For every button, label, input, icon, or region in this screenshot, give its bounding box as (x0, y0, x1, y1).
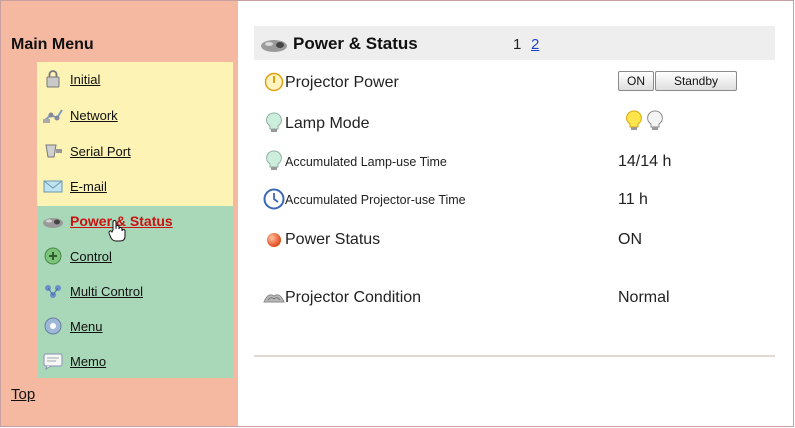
projector-icon (260, 36, 287, 58)
projector-condition-value: Normal (618, 289, 670, 306)
lamp-off-icon[interactable] (645, 110, 667, 132)
page-title: Power & Status (293, 34, 418, 53)
lamp-icon (264, 112, 286, 134)
page-link-2[interactable]: 2 (531, 36, 539, 53)
projector-power-label: Projector Power (285, 74, 399, 91)
sidebar-item-email[interactable]: E-mail (42, 175, 107, 197)
sidebar-item-multi-control[interactable]: Multi Control (42, 280, 143, 302)
projector-icon (42, 212, 64, 230)
sidebar-item-serial-port[interactable]: Serial Port (42, 140, 131, 162)
lamp-use-time-label: Accumulated Lamp-use Time (285, 155, 447, 169)
memo-icon (42, 352, 64, 371)
main-menu-title: Main Menu (11, 36, 94, 53)
standby-button[interactable]: Standby (655, 71, 737, 91)
sidebar-item-memo[interactable]: Memo (42, 350, 106, 372)
sidebar-item-initial[interactable]: Initial (42, 68, 100, 90)
lamp-use-time-value: 14/14 h (618, 153, 672, 170)
sidebar-item-label: Initial (70, 71, 101, 87)
top-link[interactable]: Top (11, 386, 35, 403)
sidebar-item-label: Network (70, 107, 118, 123)
sidebar-item-control[interactable]: Control (42, 245, 112, 267)
lock-icon (42, 70, 64, 88)
clock-icon (263, 188, 285, 210)
divider (254, 355, 775, 357)
sidebar-item-network[interactable]: Network (42, 104, 118, 126)
sidebar-item-label: Menu (70, 318, 103, 334)
control-icon (42, 247, 64, 265)
sidebar-item-label: Serial Port (70, 143, 131, 159)
sidebar-item-menu[interactable]: Menu (42, 315, 103, 337)
sidebar-item-label: Multi Control (70, 283, 143, 299)
lamp-on-icon[interactable] (624, 110, 646, 132)
lamp-icon (264, 150, 286, 172)
multi-control-icon (42, 282, 64, 300)
hand-cursor-icon (108, 219, 126, 248)
projector-condition-label: Projector Condition (285, 289, 422, 306)
on-button[interactable]: ON (618, 71, 654, 91)
menu-icon (42, 317, 64, 335)
sidebar-item-label: Memo (70, 353, 107, 369)
page-number-current: 1 (513, 36, 522, 53)
power-status-value: ON (618, 231, 642, 248)
projector-use-time-value: 11 h (618, 191, 648, 208)
serial-port-icon (42, 142, 64, 160)
power-status-label: Power Status (285, 231, 381, 248)
power-icon (264, 72, 286, 94)
sidebar-item-label: Control (70, 248, 112, 264)
lamp-mode-label: Lamp Mode (285, 115, 370, 132)
network-icon (42, 106, 64, 124)
condition-icon (262, 290, 285, 312)
projector-use-time-label: Accumulated Projector-use Time (285, 193, 466, 207)
sidebar-item-label: E-mail (70, 178, 107, 194)
email-icon (42, 177, 64, 195)
